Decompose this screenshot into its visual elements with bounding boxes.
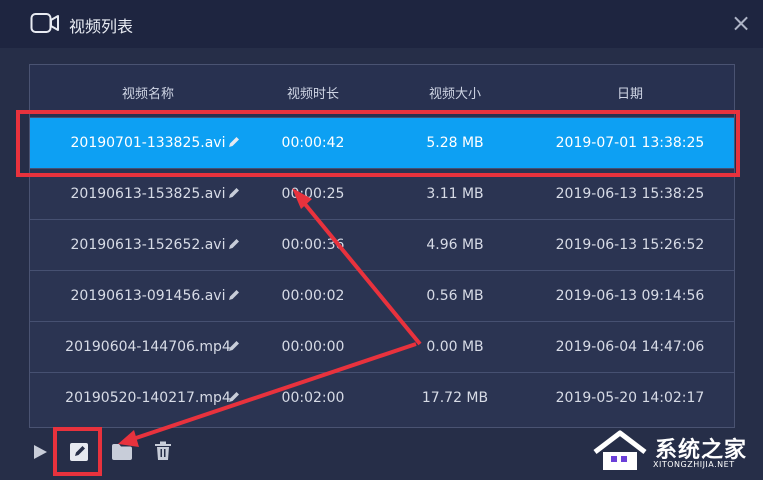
watermark-logo: 系统之家 XITONGZHIJIA.NET xyxy=(591,428,756,474)
close-button[interactable]: × xyxy=(728,10,754,36)
video-name: 20190613-091456.avi xyxy=(70,288,226,304)
video-size: 4.96 MB xyxy=(426,237,484,253)
pencil-icon[interactable] xyxy=(227,186,241,200)
video-size: 0.00 MB xyxy=(426,339,484,355)
video-date: 2019-06-13 15:26:52 xyxy=(555,237,705,253)
video-name: 20190613-152652.avi xyxy=(70,237,226,253)
video-duration: 00:00:25 xyxy=(281,186,345,202)
video-name: 20190604-144706.mp4 xyxy=(65,339,231,355)
pencil-icon[interactable] xyxy=(227,288,241,302)
video-size: 17.72 MB xyxy=(421,390,489,406)
video-duration: 00:02:00 xyxy=(281,390,345,406)
selected-row-highlight xyxy=(16,110,740,177)
video-duration: 00:00:00 xyxy=(281,339,345,355)
title-bar: 视频列表 × xyxy=(0,0,763,48)
pencil-icon[interactable] xyxy=(227,339,241,353)
table-row[interactable]: 20190613-152652.avi 00:00:36 4.96 MB 201… xyxy=(30,219,734,271)
video-name: 20190520-140217.mp4 xyxy=(65,390,231,406)
video-size: 0.56 MB xyxy=(426,288,484,304)
header-duration: 视频时长 xyxy=(286,87,339,102)
header-name: 视频名称 xyxy=(121,87,174,102)
close-icon: × xyxy=(730,9,752,37)
video-camera-icon xyxy=(30,13,59,33)
rename-button-highlight xyxy=(53,427,102,476)
table-row[interactable]: 20190604-144706.mp4 00:00:00 0.00 MB 201… xyxy=(30,321,734,373)
house-logo-icon xyxy=(593,430,647,470)
video-name: 20190613-153825.avi xyxy=(70,186,226,202)
video-size: 3.11 MB xyxy=(426,186,484,202)
table-row[interactable]: 20190520-140217.mp4 00:02:00 17.72 MB 20… xyxy=(30,372,734,424)
window-title: 视频列表 xyxy=(69,17,134,36)
video-date: 2019-05-20 14:02:17 xyxy=(555,390,705,406)
trash-icon[interactable] xyxy=(154,441,172,461)
pencil-icon[interactable] xyxy=(227,390,241,404)
video-date: 2019-06-04 14:47:06 xyxy=(555,339,705,355)
folder-icon[interactable] xyxy=(111,443,133,461)
video-date: 2019-06-13 09:14:56 xyxy=(555,288,705,304)
video-duration: 00:00:02 xyxy=(281,288,345,304)
video-duration: 00:00:36 xyxy=(281,237,345,253)
header-size: 视频大小 xyxy=(428,87,481,102)
pencil-icon[interactable] xyxy=(227,237,241,251)
header-date: 日期 xyxy=(616,87,643,102)
video-date: 2019-06-13 15:38:25 xyxy=(555,186,705,202)
watermark-subtext: XITONGZHIJIA.NET xyxy=(653,460,735,469)
table-row[interactable]: 20190613-091456.avi 00:00:02 0.56 MB 201… xyxy=(30,270,734,322)
play-icon[interactable] xyxy=(32,444,48,460)
